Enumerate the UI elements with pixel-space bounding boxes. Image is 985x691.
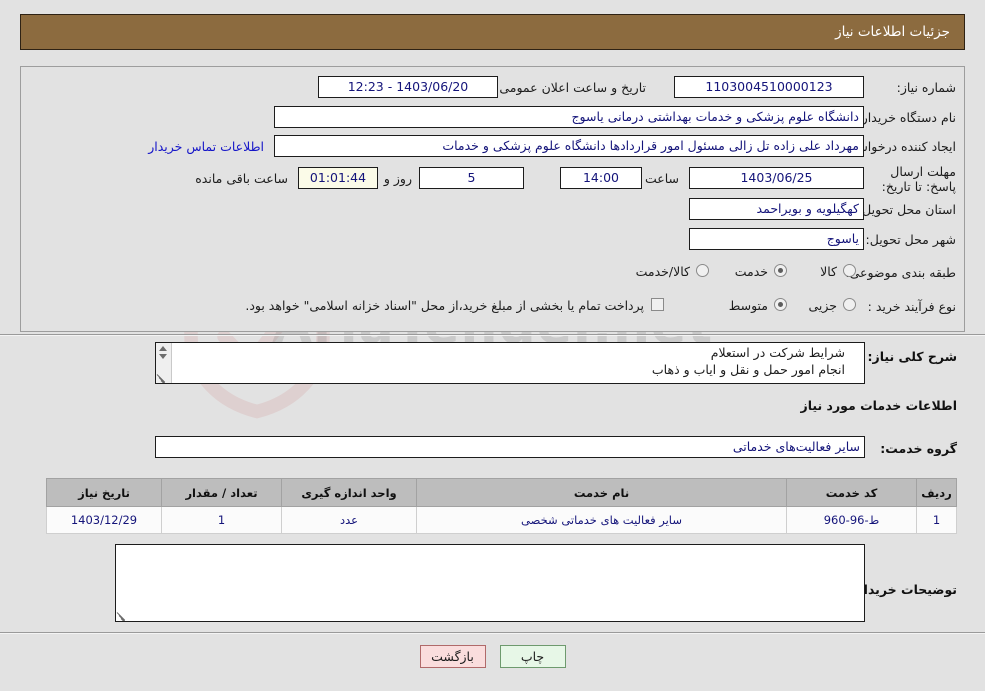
cell-quantity: 1 (161, 506, 282, 534)
radio-process-jozei[interactable] (843, 298, 856, 311)
creator-value: مهرداد علی زاده تل زالی مسئول امور قرارد… (274, 135, 864, 157)
buyer-contact-link[interactable]: اطلاعات تماس خریدار (148, 139, 264, 154)
services-panel: شرح کلی نیاز: شرایط شرکت در استعلام انجا… (20, 336, 965, 622)
services-section-title: اطلاعات خدمات مورد نیاز (800, 398, 958, 413)
description-scrollbar[interactable] (156, 343, 172, 383)
buyer-org-label: نام دستگاه خریدار: (857, 110, 956, 125)
print-button[interactable]: چاپ (499, 645, 566, 668)
cell-need-date: 1403/12/29 (46, 506, 162, 534)
need-info-panel: شماره نیاز: 1103004510000123 تاریخ و ساع… (20, 66, 965, 332)
treasury-documents-label: پرداخت تمام یا بخشی از مبلغ خرید،از محل … (245, 298, 644, 313)
radio-category-khedmat-label: خدمت (734, 264, 768, 279)
buyer-notes-label: توضیحات خریدار: (851, 582, 957, 597)
back-button[interactable]: بازگشت (419, 645, 486, 668)
days-label: روز و (383, 171, 412, 186)
cell-radif: 1 (916, 506, 957, 534)
page-title: جزئیات اطلاعات نیاز (20, 14, 965, 50)
th-service-name: نام خدمت (416, 478, 787, 507)
service-group-label: گروه خدمت: (880, 441, 957, 456)
radio-process-motavaset-label: متوسط (728, 298, 768, 313)
divider-bottom (0, 632, 985, 634)
city-label: شهر محل تحویل: (865, 232, 956, 247)
table-row: 1 ط-96-960 سایر فعالیت های خدماتی شخصی ع… (46, 506, 957, 534)
radio-process-motavaset[interactable] (774, 298, 787, 311)
province-value: کهگیلویه و بویراحمد (689, 198, 864, 220)
description-text: شرایط شرکت در استعلام انجام امور حمل و ن… (651, 345, 845, 377)
radio-category-kala-khedmat[interactable] (696, 264, 709, 277)
category-label: طبقه بندی موضوعی: (845, 265, 956, 280)
chevron-down-icon[interactable] (159, 354, 167, 359)
cell-unit: عدد (281, 506, 417, 534)
announce-label: تاریخ و ساعت اعلان عمومی: (495, 80, 646, 95)
cell-service-name: سایر فعالیت های خدماتی شخصی (416, 506, 787, 534)
radio-category-kala-khedmat-label: کالا/خدمت (635, 264, 690, 279)
description-textarea[interactable]: شرایط شرکت در استعلام انجام امور حمل و ن… (155, 342, 865, 384)
remaining-days-value: 5 (419, 167, 524, 189)
deadline-date: 1403/06/25 (689, 167, 864, 189)
remaining-hours-label: ساعت باقی مانده (195, 171, 288, 186)
th-unit: واحد اندازه گیری (281, 478, 417, 507)
cell-service-code: ط-96-960 (786, 506, 917, 534)
process-label: نوع فرآیند خرید : (867, 299, 956, 314)
treasury-documents-checkbox[interactable] (651, 298, 664, 311)
deadline-label: مهلت ارسال پاسخ: تا تاریخ: (881, 164, 956, 194)
city-value: یاسوج (689, 228, 864, 250)
resize-grip-icon-notes[interactable] (116, 610, 128, 621)
page-title-text: جزئیات اطلاعات نیاز (835, 24, 950, 40)
radio-category-kala-label: کالا (820, 264, 837, 279)
radio-process-jozei-label: جزیی (808, 298, 837, 313)
th-radif: ردیف (916, 478, 957, 507)
service-group-value: سایر فعالیت‌های خدماتی (155, 436, 865, 458)
resize-grip-icon[interactable] (156, 372, 168, 383)
chevron-up-icon[interactable] (159, 346, 167, 351)
need-details-page: AriaTender.net جزئیات اطلاعات نیاز شماره… (0, 0, 985, 691)
need-number-label: شماره نیاز: (896, 80, 956, 95)
table-header-row: ردیف کد خدمت نام خدمت واحد اندازه گیری ت… (46, 478, 957, 507)
hour-label: ساعت (644, 171, 679, 186)
deadline-time: 14:00 (560, 167, 642, 189)
description-label: شرح کلی نیاز: (867, 349, 957, 364)
th-quantity: تعداد / مقدار (161, 478, 282, 507)
need-number-value: 1103004510000123 (674, 76, 864, 98)
buyer-notes-textarea[interactable] (115, 544, 865, 622)
announce-value: 1403/06/20 - 12:23 (318, 76, 498, 98)
th-need-date: تاریخ نیاز (46, 478, 162, 507)
province-label: استان محل تحویل: (857, 202, 956, 217)
countdown-timer: 01:01:44 (298, 167, 378, 189)
buyer-org-value: دانشگاه علوم پزشکی و خدمات بهداشتی درمان… (274, 106, 864, 128)
radio-category-khedmat[interactable] (774, 264, 787, 277)
buyer-notes-text (116, 545, 864, 621)
action-buttons: بازگشت چاپ (0, 645, 985, 668)
radio-category-kala[interactable] (843, 264, 856, 277)
services-table: ردیف کد خدمت نام خدمت واحد اندازه گیری ت… (46, 478, 957, 534)
th-service-code: کد خدمت (786, 478, 917, 507)
